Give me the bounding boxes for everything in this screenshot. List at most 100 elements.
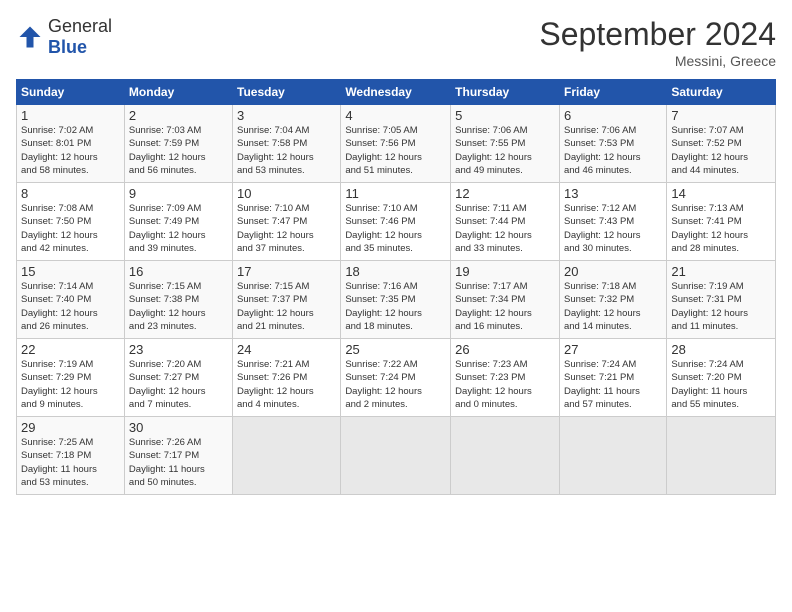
day-number: 28 [671, 342, 771, 357]
day-detail: Sunrise: 7:15 AM Sunset: 7:37 PM Dayligh… [237, 280, 336, 333]
day-cell: 10Sunrise: 7:10 AM Sunset: 7:47 PM Dayli… [233, 183, 341, 261]
day-number: 13 [564, 186, 662, 201]
day-cell: 29Sunrise: 7:25 AM Sunset: 7:18 PM Dayli… [17, 417, 125, 495]
day-detail: Sunrise: 7:19 AM Sunset: 7:29 PM Dayligh… [21, 358, 120, 411]
day-detail: Sunrise: 7:08 AM Sunset: 7:50 PM Dayligh… [21, 202, 120, 255]
header-thursday: Thursday [451, 80, 560, 105]
day-number: 25 [345, 342, 446, 357]
day-detail: Sunrise: 7:10 AM Sunset: 7:46 PM Dayligh… [345, 202, 446, 255]
day-detail: Sunrise: 7:11 AM Sunset: 7:44 PM Dayligh… [455, 202, 555, 255]
week-row-3: 15Sunrise: 7:14 AM Sunset: 7:40 PM Dayli… [17, 261, 776, 339]
day-cell [451, 417, 560, 495]
day-detail: Sunrise: 7:18 AM Sunset: 7:32 PM Dayligh… [564, 280, 662, 333]
week-row-5: 29Sunrise: 7:25 AM Sunset: 7:18 PM Dayli… [17, 417, 776, 495]
day-cell: 18Sunrise: 7:16 AM Sunset: 7:35 PM Dayli… [341, 261, 451, 339]
location: Messini, Greece [539, 53, 776, 69]
day-detail: Sunrise: 7:19 AM Sunset: 7:31 PM Dayligh… [671, 280, 771, 333]
day-cell: 5Sunrise: 7:06 AM Sunset: 7:55 PM Daylig… [451, 105, 560, 183]
day-cell [233, 417, 341, 495]
day-detail: Sunrise: 7:26 AM Sunset: 7:17 PM Dayligh… [129, 436, 228, 489]
day-detail: Sunrise: 7:12 AM Sunset: 7:43 PM Dayligh… [564, 202, 662, 255]
day-cell: 30Sunrise: 7:26 AM Sunset: 7:17 PM Dayli… [124, 417, 232, 495]
calendar-header: SundayMondayTuesdayWednesdayThursdayFrid… [17, 80, 776, 105]
day-number: 11 [345, 186, 446, 201]
day-cell: 27Sunrise: 7:24 AM Sunset: 7:21 PM Dayli… [559, 339, 666, 417]
day-cell: 8Sunrise: 7:08 AM Sunset: 7:50 PM Daylig… [17, 183, 125, 261]
header-saturday: Saturday [667, 80, 776, 105]
day-cell: 24Sunrise: 7:21 AM Sunset: 7:26 PM Dayli… [233, 339, 341, 417]
day-detail: Sunrise: 7:03 AM Sunset: 7:59 PM Dayligh… [129, 124, 228, 177]
header-row: SundayMondayTuesdayWednesdayThursdayFrid… [17, 80, 776, 105]
day-detail: Sunrise: 7:06 AM Sunset: 7:55 PM Dayligh… [455, 124, 555, 177]
day-detail: Sunrise: 7:24 AM Sunset: 7:20 PM Dayligh… [671, 358, 771, 411]
day-detail: Sunrise: 7:02 AM Sunset: 8:01 PM Dayligh… [21, 124, 120, 177]
day-detail: Sunrise: 7:09 AM Sunset: 7:49 PM Dayligh… [129, 202, 228, 255]
day-detail: Sunrise: 7:23 AM Sunset: 7:23 PM Dayligh… [455, 358, 555, 411]
day-cell: 17Sunrise: 7:15 AM Sunset: 7:37 PM Dayli… [233, 261, 341, 339]
day-number: 4 [345, 108, 446, 123]
page-header: General Blue September 2024 Messini, Gre… [16, 16, 776, 69]
day-number: 29 [21, 420, 120, 435]
day-cell: 28Sunrise: 7:24 AM Sunset: 7:20 PM Dayli… [667, 339, 776, 417]
day-number: 3 [237, 108, 336, 123]
week-row-2: 8Sunrise: 7:08 AM Sunset: 7:50 PM Daylig… [17, 183, 776, 261]
day-cell: 16Sunrise: 7:15 AM Sunset: 7:38 PM Dayli… [124, 261, 232, 339]
day-detail: Sunrise: 7:10 AM Sunset: 7:47 PM Dayligh… [237, 202, 336, 255]
day-detail: Sunrise: 7:06 AM Sunset: 7:53 PM Dayligh… [564, 124, 662, 177]
day-detail: Sunrise: 7:21 AM Sunset: 7:26 PM Dayligh… [237, 358, 336, 411]
day-detail: Sunrise: 7:22 AM Sunset: 7:24 PM Dayligh… [345, 358, 446, 411]
header-wednesday: Wednesday [341, 80, 451, 105]
day-cell [559, 417, 666, 495]
day-number: 22 [21, 342, 120, 357]
day-number: 21 [671, 264, 771, 279]
day-number: 9 [129, 186, 228, 201]
logo-icon [16, 23, 44, 51]
day-number: 7 [671, 108, 771, 123]
day-number: 1 [21, 108, 120, 123]
day-cell: 3Sunrise: 7:04 AM Sunset: 7:58 PM Daylig… [233, 105, 341, 183]
day-number: 18 [345, 264, 446, 279]
day-detail: Sunrise: 7:16 AM Sunset: 7:35 PM Dayligh… [345, 280, 446, 333]
day-number: 12 [455, 186, 555, 201]
header-tuesday: Tuesday [233, 80, 341, 105]
day-number: 27 [564, 342, 662, 357]
header-sunday: Sunday [17, 80, 125, 105]
logo-blue: Blue [48, 37, 87, 57]
day-detail: Sunrise: 7:17 AM Sunset: 7:34 PM Dayligh… [455, 280, 555, 333]
header-monday: Monday [124, 80, 232, 105]
calendar-body: 1Sunrise: 7:02 AM Sunset: 8:01 PM Daylig… [17, 105, 776, 495]
logo-general: General [48, 16, 112, 36]
day-number: 17 [237, 264, 336, 279]
day-cell [341, 417, 451, 495]
week-row-4: 22Sunrise: 7:19 AM Sunset: 7:29 PM Dayli… [17, 339, 776, 417]
day-number: 19 [455, 264, 555, 279]
day-number: 20 [564, 264, 662, 279]
day-number: 5 [455, 108, 555, 123]
day-cell: 4Sunrise: 7:05 AM Sunset: 7:56 PM Daylig… [341, 105, 451, 183]
day-cell: 11Sunrise: 7:10 AM Sunset: 7:46 PM Dayli… [341, 183, 451, 261]
day-detail: Sunrise: 7:04 AM Sunset: 7:58 PM Dayligh… [237, 124, 336, 177]
day-detail: Sunrise: 7:20 AM Sunset: 7:27 PM Dayligh… [129, 358, 228, 411]
day-number: 30 [129, 420, 228, 435]
day-detail: Sunrise: 7:14 AM Sunset: 7:40 PM Dayligh… [21, 280, 120, 333]
day-number: 23 [129, 342, 228, 357]
calendar-table: SundayMondayTuesdayWednesdayThursdayFrid… [16, 79, 776, 495]
title-area: September 2024 Messini, Greece [539, 16, 776, 69]
day-cell: 12Sunrise: 7:11 AM Sunset: 7:44 PM Dayli… [451, 183, 560, 261]
day-cell: 23Sunrise: 7:20 AM Sunset: 7:27 PM Dayli… [124, 339, 232, 417]
day-cell: 13Sunrise: 7:12 AM Sunset: 7:43 PM Dayli… [559, 183, 666, 261]
day-number: 6 [564, 108, 662, 123]
day-cell: 19Sunrise: 7:17 AM Sunset: 7:34 PM Dayli… [451, 261, 560, 339]
header-friday: Friday [559, 80, 666, 105]
day-detail: Sunrise: 7:05 AM Sunset: 7:56 PM Dayligh… [345, 124, 446, 177]
day-cell: 21Sunrise: 7:19 AM Sunset: 7:31 PM Dayli… [667, 261, 776, 339]
day-cell: 25Sunrise: 7:22 AM Sunset: 7:24 PM Dayli… [341, 339, 451, 417]
day-cell: 9Sunrise: 7:09 AM Sunset: 7:49 PM Daylig… [124, 183, 232, 261]
month-title: September 2024 [539, 16, 776, 53]
day-cell [667, 417, 776, 495]
day-number: 14 [671, 186, 771, 201]
day-number: 24 [237, 342, 336, 357]
day-number: 16 [129, 264, 228, 279]
day-number: 8 [21, 186, 120, 201]
day-cell: 15Sunrise: 7:14 AM Sunset: 7:40 PM Dayli… [17, 261, 125, 339]
